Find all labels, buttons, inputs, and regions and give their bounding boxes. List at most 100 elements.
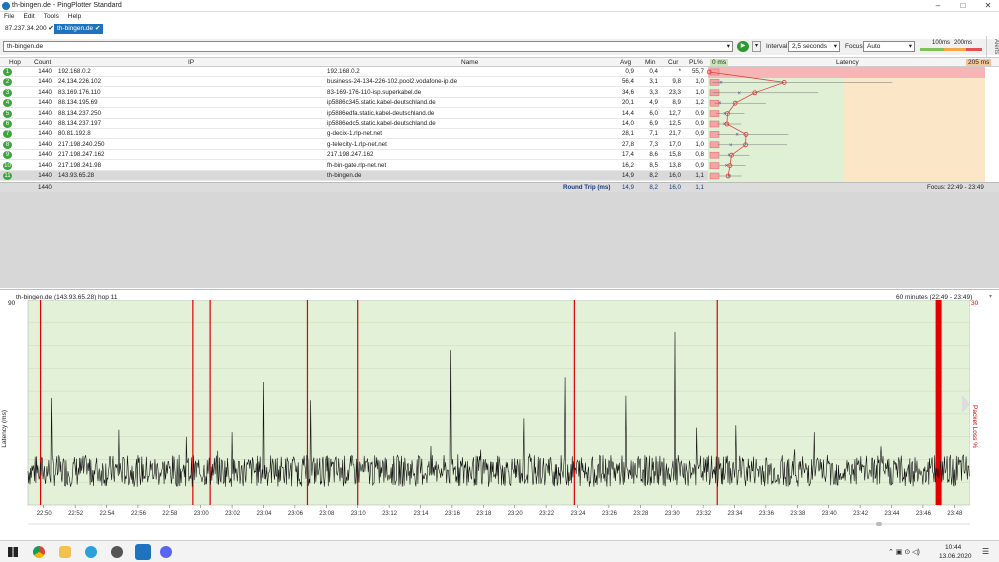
focus-label: Focus bbox=[845, 43, 863, 50]
x-tick-label: 22:54 bbox=[100, 511, 116, 517]
chart-options-icon[interactable]: ▾ bbox=[989, 293, 992, 300]
col-hop[interactable]: Hop bbox=[9, 59, 21, 66]
hop-loss-bar bbox=[709, 141, 720, 149]
hop-cur-marker: × bbox=[735, 132, 739, 138]
telegram-icon[interactable] bbox=[85, 546, 97, 558]
summary-count: 1440 bbox=[38, 184, 52, 191]
target-input[interactable]: th-bingen.de bbox=[3, 41, 733, 52]
x-tick-label: 23:24 bbox=[571, 511, 587, 517]
alerts-tab[interactable]: Alerts bbox=[986, 36, 999, 58]
x-tick-label: 23:36 bbox=[759, 511, 775, 517]
x-tick-label: 23:22 bbox=[539, 511, 555, 517]
col-pl[interactable]: PL% bbox=[689, 59, 703, 66]
menu-edit[interactable]: Edit bbox=[19, 12, 39, 20]
menu-file[interactable]: File bbox=[0, 12, 19, 20]
summary-pl: 1,1 bbox=[695, 184, 704, 191]
tab-87-237-34-200[interactable]: 87.237.34.200 ✔ bbox=[2, 24, 57, 34]
clock-date[interactable]: 13.06.2020 bbox=[939, 553, 972, 560]
maximize-button[interactable]: □ bbox=[955, 0, 971, 12]
hop-cur-marker: × bbox=[719, 80, 723, 86]
x-tick-label: 22:56 bbox=[131, 511, 147, 517]
windows-start-icon[interactable] bbox=[8, 547, 18, 557]
title-bar: th-bingen.de - PingPlotter Standard – □ … bbox=[0, 0, 999, 12]
menu-tools[interactable]: Tools bbox=[40, 12, 64, 20]
x-tick-label: 23:30 bbox=[665, 511, 681, 517]
window-title: th-bingen.de - PingPlotter Standard bbox=[12, 2, 122, 9]
x-tick-label: 23:18 bbox=[476, 511, 492, 517]
x-tick-label: 23:08 bbox=[319, 511, 335, 517]
x-tick-label: 23:44 bbox=[885, 511, 901, 517]
lat-end-label: 205 ms bbox=[966, 59, 992, 66]
x-tick-label: 23:02 bbox=[225, 511, 241, 517]
x-tick-label: 22:52 bbox=[68, 511, 84, 517]
settings-icon[interactable] bbox=[111, 546, 123, 558]
col-latency[interactable]: Latency bbox=[836, 59, 859, 66]
timeline-scrollbar-thumb[interactable] bbox=[876, 522, 882, 526]
empty-panel bbox=[0, 192, 999, 288]
latency-graph: ×××××××××× bbox=[706, 68, 893, 180]
notifications-icon[interactable]: ☰ bbox=[982, 547, 989, 556]
col-ip[interactable]: IP bbox=[188, 59, 194, 66]
play-icon[interactable]: ▶ bbox=[737, 41, 749, 52]
x-tick-label: 23:34 bbox=[728, 511, 744, 517]
target-tabs: 87.237.34.200 ✔ th-bingen.de ✔ bbox=[0, 23, 999, 35]
x-tick-label: 23:16 bbox=[445, 511, 461, 517]
y2-top-label: 30 bbox=[971, 300, 979, 307]
hop-loss-bar bbox=[709, 162, 720, 169]
app-icon bbox=[2, 2, 10, 10]
hop-table-body: 1 1440 192.168.0.2 192.168.0.2 0,9 0,4 * 55,7 2 1… bbox=[0, 67, 999, 182]
hop-table-header: Hop Count IP Name Avg Min Cur PL% 0 ms L… bbox=[0, 57, 999, 67]
scale-green bbox=[920, 48, 944, 51]
col-cur[interactable]: Cur bbox=[668, 59, 678, 66]
x-tick-label: 23:20 bbox=[508, 511, 524, 517]
file-explorer-icon[interactable] bbox=[59, 546, 71, 558]
minimize-button[interactable]: – bbox=[930, 0, 946, 12]
clock-time[interactable]: 10:44 bbox=[945, 544, 961, 551]
packet-loss-marker bbox=[306, 300, 309, 505]
summary-row: 1440 Round Trip (ms) 14,9 8,2 16,0 1,1 F… bbox=[0, 182, 999, 192]
x-tick-label: 23:14 bbox=[414, 511, 430, 517]
x-tick-label: 23:38 bbox=[790, 511, 806, 517]
x-tick-label: 23:26 bbox=[602, 511, 618, 517]
taskbar: ⌃ ▣ ⊙ ◁) 10:44 13.06.2020 ☰ bbox=[0, 540, 999, 562]
pingplotter-taskbar-icon[interactable] bbox=[135, 544, 151, 560]
play-dropdown[interactable]: ▾ bbox=[752, 41, 761, 52]
col-min[interactable]: Min bbox=[645, 59, 655, 66]
tab-th-bingen[interactable]: th-bingen.de ✔ bbox=[54, 24, 104, 34]
y-top-label: 90 bbox=[8, 300, 16, 307]
x-tick-label: 23:40 bbox=[822, 511, 838, 517]
toolbar: th-bingen.de ▶ ▾ Interval 2,5 seconds Fo… bbox=[0, 39, 999, 55]
x-tick-label: 23:46 bbox=[916, 511, 932, 517]
menu-help[interactable]: Help bbox=[64, 12, 86, 20]
x-tick-label: 22:58 bbox=[162, 511, 178, 517]
hop-cur-marker: × bbox=[737, 91, 741, 97]
summary-label: Round Trip (ms) bbox=[563, 184, 611, 191]
col-count[interactable]: Count bbox=[34, 59, 51, 66]
scale-200-label: 200ms bbox=[954, 40, 973, 46]
x-tick-label: 23:10 bbox=[351, 511, 367, 517]
lat-start-label: 0 ms bbox=[710, 59, 729, 66]
timeline-graph: th-bingen.de (143.93.65.28) hop 11 60 mi… bbox=[0, 289, 999, 540]
x-tick-label: 23:48 bbox=[947, 511, 963, 517]
summary-min: 8,2 bbox=[649, 184, 658, 191]
focus-select[interactable]: Auto bbox=[863, 41, 915, 52]
scale-red bbox=[966, 48, 982, 51]
hop-cur-marker: × bbox=[729, 143, 733, 149]
col-avg[interactable]: Avg bbox=[620, 59, 631, 66]
tray-icons[interactable]: ⌃ ▣ ⊙ ◁) bbox=[888, 548, 920, 556]
hop-cur-marker: × bbox=[718, 101, 722, 107]
x-tick-label: 23:28 bbox=[633, 511, 649, 517]
x-tick-label: 23:42 bbox=[853, 511, 869, 517]
scale-orange bbox=[944, 48, 966, 51]
x-tick-label: 23:04 bbox=[257, 511, 273, 517]
close-button[interactable]: ✕ bbox=[980, 0, 996, 12]
y2-axis-label: Packet Loss % bbox=[971, 405, 978, 448]
discord-icon[interactable] bbox=[160, 546, 172, 558]
interval-select[interactable]: 2,5 seconds bbox=[788, 41, 840, 52]
hop-loss-bar bbox=[709, 151, 720, 159]
col-name[interactable]: Name bbox=[461, 59, 478, 66]
interval-label: Interval bbox=[766, 43, 788, 50]
packet-loss-marker bbox=[573, 300, 575, 505]
y-axis-label: Latency (ms) bbox=[1, 410, 8, 448]
chrome-icon[interactable] bbox=[33, 546, 45, 558]
